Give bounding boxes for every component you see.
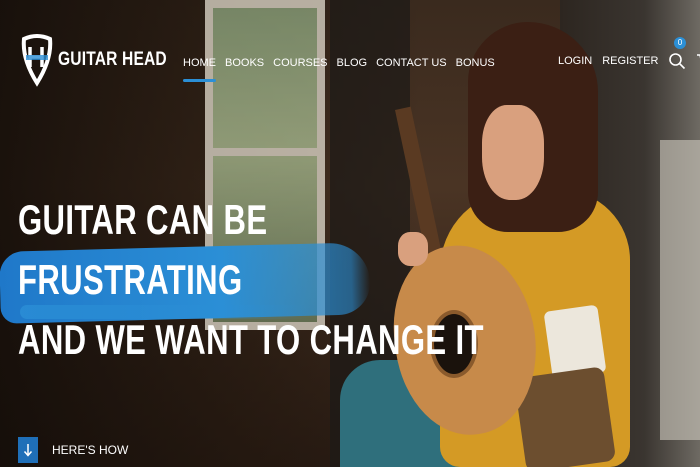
login-link[interactable]: LOGIN bbox=[558, 55, 592, 67]
search-icon[interactable] bbox=[668, 52, 686, 70]
headline-line-3: AND WE WANT TO CHANGE IT bbox=[18, 316, 484, 363]
cart-icon[interactable] bbox=[696, 52, 700, 70]
nav-item-contact-us[interactable]: CONTACT US bbox=[376, 57, 447, 69]
guitar-pick-logo-icon bbox=[21, 34, 53, 87]
account-links: LOGIN REGISTER bbox=[558, 52, 700, 70]
main-nav: HOME BOOKS COURSES BLOG CONTACT US BONUS bbox=[183, 57, 495, 82]
brand-name: GUITAR HEAD bbox=[58, 49, 167, 70]
cart-count-badge: 0 bbox=[674, 37, 686, 49]
register-link[interactable]: REGISTER bbox=[602, 55, 658, 67]
cta-label: HERE'S HOW bbox=[52, 443, 129, 457]
arrow-down-icon bbox=[18, 437, 38, 463]
hero-headline: GUITAR CAN BE FRUSTRATING AND WE WANT TO… bbox=[18, 190, 648, 370]
nav-item-home[interactable]: HOME bbox=[183, 57, 216, 82]
headline-line-1: GUITAR CAN BE bbox=[18, 196, 268, 243]
headline-line-2: FRUSTRATING bbox=[18, 256, 243, 303]
nav-item-courses[interactable]: COURSES bbox=[273, 57, 327, 69]
nav-item-books[interactable]: BOOKS bbox=[225, 57, 264, 69]
brand-logo[interactable]: GUITAR HEAD bbox=[20, 33, 191, 87]
nav-item-bonus[interactable]: BONUS bbox=[456, 57, 495, 69]
heres-how-button[interactable]: HERE'S HOW bbox=[18, 437, 128, 463]
nav-item-blog[interactable]: BLOG bbox=[337, 57, 368, 69]
